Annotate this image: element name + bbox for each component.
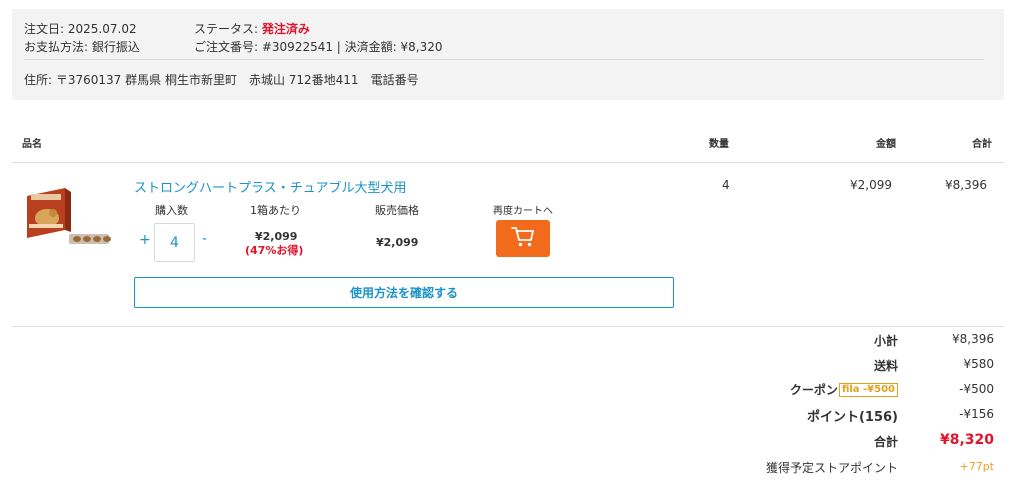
header-amount: 金額 (876, 139, 896, 150)
subtotal-label: 小計 (873, 334, 898, 348)
purchase-qty-label: 購入数 (155, 204, 188, 217)
shipping-address: 住所: 〒3760137 群馬県 桐生市新里町 赤城山 712番地411 電話番… (24, 71, 419, 88)
add-to-cart-button[interactable] (496, 220, 550, 257)
address-value: 〒3760137 群馬県 桐生市新里町 赤城山 712番地411 電話番号 (55, 73, 419, 87)
usage-instructions-button[interactable]: 使用方法を確認する (134, 277, 674, 308)
qty-increase-button[interactable]: + (139, 232, 151, 248)
shipping-value: ¥580 (963, 357, 994, 371)
order-status-label: ステータス: (194, 22, 259, 36)
points-value: -¥156 (959, 407, 994, 421)
total-value: ¥8,320 (939, 432, 994, 448)
coupon-label: クーポン (789, 383, 838, 397)
payment-method-label: お支払方法: (24, 40, 89, 54)
row-quantity: 4 (722, 178, 730, 192)
subtotal-value: ¥8,396 (952, 332, 994, 346)
coupon-row: クーポン fila -¥500 (790, 381, 898, 398)
header-product: 品名 (22, 139, 42, 150)
address-label: 住所: (24, 73, 53, 87)
header-quantity: 数量 (709, 139, 729, 150)
payment-method: お支払方法: 銀行振込 (24, 38, 140, 55)
payment-method-value: 銀行振込 (91, 40, 140, 54)
cart-icon (511, 226, 535, 252)
shipping-label: 送料 (873, 359, 898, 373)
per-box-label: 1箱あたり (250, 204, 301, 217)
order-date-value: 2025.07.02 (67, 22, 137, 36)
coupon-tag: fila -¥500 (838, 382, 898, 397)
order-status-value: 発注済み (261, 22, 310, 36)
order-date: 注文日: 2025.07.02 (24, 20, 137, 37)
order-number: ご注文番号: #30922541 | 決済金額: ¥8,320 (194, 40, 443, 54)
selling-price-label: 販売価格 (375, 204, 419, 217)
info-divider (24, 59, 984, 60)
store-points-label: 獲得予定ストアポイント (765, 461, 898, 475)
quantity-input[interactable]: 4 (154, 223, 195, 262)
product-image[interactable] (25, 180, 117, 250)
row-amount: ¥2,099 (850, 178, 892, 192)
store-points-value: +77pt (959, 460, 994, 473)
order-date-label: 注文日: (24, 22, 65, 36)
row-total: ¥8,396 (945, 178, 987, 192)
row-divider (12, 326, 1004, 327)
coupon-value: -¥500 (959, 382, 994, 396)
total-label: 合計 (873, 435, 898, 449)
recart-label: 再度カートへ (493, 206, 553, 217)
qty-decrease-button[interactable]: - (202, 231, 207, 247)
product-name-link[interactable]: ストロングハートプラス・チュアブル大型犬用 (134, 177, 406, 196)
discount-badge: (47%お得) (245, 244, 304, 257)
points-label: ポイント(156) (806, 410, 898, 425)
header-divider (12, 162, 1004, 163)
header-total: 合計 (972, 139, 992, 150)
selling-price: ¥2,099 (376, 236, 419, 249)
order-status: ステータス: 発注済み (194, 20, 310, 37)
